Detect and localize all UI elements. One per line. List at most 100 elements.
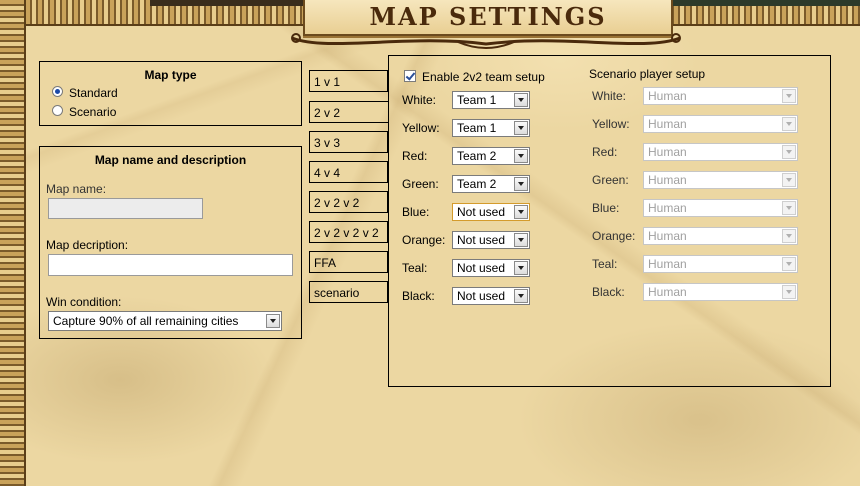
scenario-select-yellow: Human [643, 115, 798, 133]
win-condition-select[interactable]: Capture 90% of all remaining cities [48, 311, 282, 331]
scenario-row-yellow-label: Yellow: [592, 117, 630, 131]
chevron-down-icon[interactable] [514, 289, 528, 303]
team-row-yellow-label: Yellow: [402, 121, 440, 135]
select-value: Human [648, 117, 687, 131]
select-value: Human [648, 201, 687, 215]
team-row-white-label: White: [402, 93, 437, 107]
chevron-down-icon[interactable] [514, 177, 528, 191]
border-left-decoration [0, 0, 26, 486]
scenario-row-white-label: White: [592, 89, 627, 103]
select-value: Not used [457, 289, 506, 303]
chevron-down-icon[interactable] [514, 261, 528, 275]
scenario-select-blue: Human [643, 199, 798, 217]
select-value: Not used [457, 205, 506, 219]
scenario-select-black: Human [643, 283, 798, 301]
tab-2v2v2v2[interactable]: 2 v 2 v 2 v 2 [309, 221, 388, 243]
chevron-down-icon[interactable] [514, 121, 528, 135]
chevron-down-icon [782, 173, 796, 187]
team-select-green[interactable]: Team 2 [452, 175, 530, 193]
tab-1v1[interactable]: 1 v 1 [309, 70, 388, 92]
select-value: Human [648, 173, 687, 187]
win-condition-label: Win condition: [46, 295, 122, 309]
enable-2v2-label[interactable]: Enable 2v2 team setup [422, 70, 545, 84]
chevron-down-icon [782, 257, 796, 271]
select-value: Team 2 [457, 149, 497, 163]
tab-label: FFA [314, 256, 337, 270]
team-select-orange[interactable]: Not used [452, 231, 530, 249]
tab-2v2[interactable]: 2 v 2 [309, 101, 389, 123]
team-row-red-label: Red: [402, 149, 428, 163]
win-condition-value: Capture 90% of all remaining cities [53, 314, 239, 328]
select-value: Human [648, 285, 687, 299]
team-row-black-label: Black: [402, 289, 435, 303]
team-select-teal[interactable]: Not used [452, 259, 530, 277]
page-title: Map settings [369, 2, 607, 31]
tab-4v4[interactable]: 4 v 4 [309, 161, 388, 183]
map-description-input[interactable] [48, 254, 293, 276]
select-value: Human [648, 145, 687, 159]
scenario-select-red: Human [643, 143, 798, 161]
top-strip-image [150, 0, 320, 6]
chevron-down-icon[interactable] [514, 93, 528, 107]
tab-3v3[interactable]: 3 v 3 [309, 131, 388, 153]
team-select-blue[interactable]: Not used [452, 203, 530, 221]
team-row-blue-label: Blue: [402, 205, 430, 219]
scenario-select-green: Human [643, 171, 798, 189]
team-select-white[interactable]: Team 1 [452, 91, 530, 109]
chevron-down-icon [782, 145, 796, 159]
chevron-down-icon [782, 117, 796, 131]
map-name-label: Map name: [46, 182, 107, 196]
select-value: Human [648, 89, 687, 103]
chevron-down-icon[interactable] [514, 233, 528, 247]
radio-standard-label[interactable]: Standard [69, 86, 118, 100]
team-select-yellow[interactable]: Team 1 [452, 119, 530, 137]
title-scroll-ornament-icon [291, 33, 681, 49]
tab-scenario[interactable]: scenario [309, 281, 388, 303]
map-type-heading: Map type [144, 68, 197, 82]
radio-standard[interactable] [52, 86, 63, 97]
team-setup-panel: Enable 2v2 team setup Scenario player se… [388, 55, 831, 387]
scenario-row-green-label: Green: [592, 173, 629, 187]
select-value: Team 1 [457, 93, 497, 107]
scenario-row-blue-label: Blue: [592, 201, 620, 215]
team-select-black[interactable]: Not used [452, 287, 530, 305]
map-name-heading: Map name and description [94, 153, 247, 167]
select-value: Team 2 [457, 177, 497, 191]
tab-2v2v2[interactable]: 2 v 2 v 2 [309, 191, 388, 213]
scenario-select-white: Human [643, 87, 798, 105]
map-description-label: Map decription: [46, 238, 129, 252]
select-value: Not used [457, 261, 506, 275]
chevron-down-icon[interactable] [514, 205, 528, 219]
team-row-orange-label: Orange: [402, 233, 446, 247]
tab-label: 2 v 2 v 2 v 2 [314, 226, 379, 240]
scenario-row-orange-label: Orange: [592, 229, 636, 243]
chevron-down-icon [782, 89, 796, 103]
chevron-down-icon [782, 201, 796, 215]
chevron-down-icon[interactable] [266, 314, 280, 328]
team-row-teal-label: Teal: [402, 261, 428, 275]
select-value: Not used [457, 233, 506, 247]
chevron-down-icon [782, 229, 796, 243]
map-type-panel: Map type Standard Scenario [39, 61, 302, 126]
tab-label: 1 v 1 [314, 75, 341, 89]
select-value: Human [648, 257, 687, 271]
scenario-row-black-label: Black: [592, 285, 625, 299]
team-select-red[interactable]: Team 2 [452, 147, 530, 165]
scenario-select-orange: Human [643, 227, 798, 245]
scenario-setup-heading: Scenario player setup [589, 67, 706, 81]
tab-ffa[interactable]: FFA [309, 251, 388, 273]
map-name-input[interactable] [48, 198, 203, 219]
select-value: Human [648, 229, 687, 243]
enable-2v2-checkbox[interactable] [404, 70, 416, 82]
scenario-row-teal-label: Teal: [592, 257, 618, 271]
radio-scenario[interactable] [52, 105, 63, 116]
radio-scenario-label[interactable]: Scenario [69, 105, 116, 119]
chevron-down-icon [782, 285, 796, 299]
chevron-down-icon[interactable] [514, 149, 528, 163]
tab-label: 4 v 4 [314, 166, 341, 180]
tab-label: 2 v 2 v 2 [314, 196, 360, 210]
scenario-select-teal: Human [643, 255, 798, 273]
tab-label: 2 v 2 [314, 106, 341, 120]
tab-label: 3 v 3 [314, 136, 341, 150]
scenario-row-red-label: Red: [592, 145, 618, 159]
